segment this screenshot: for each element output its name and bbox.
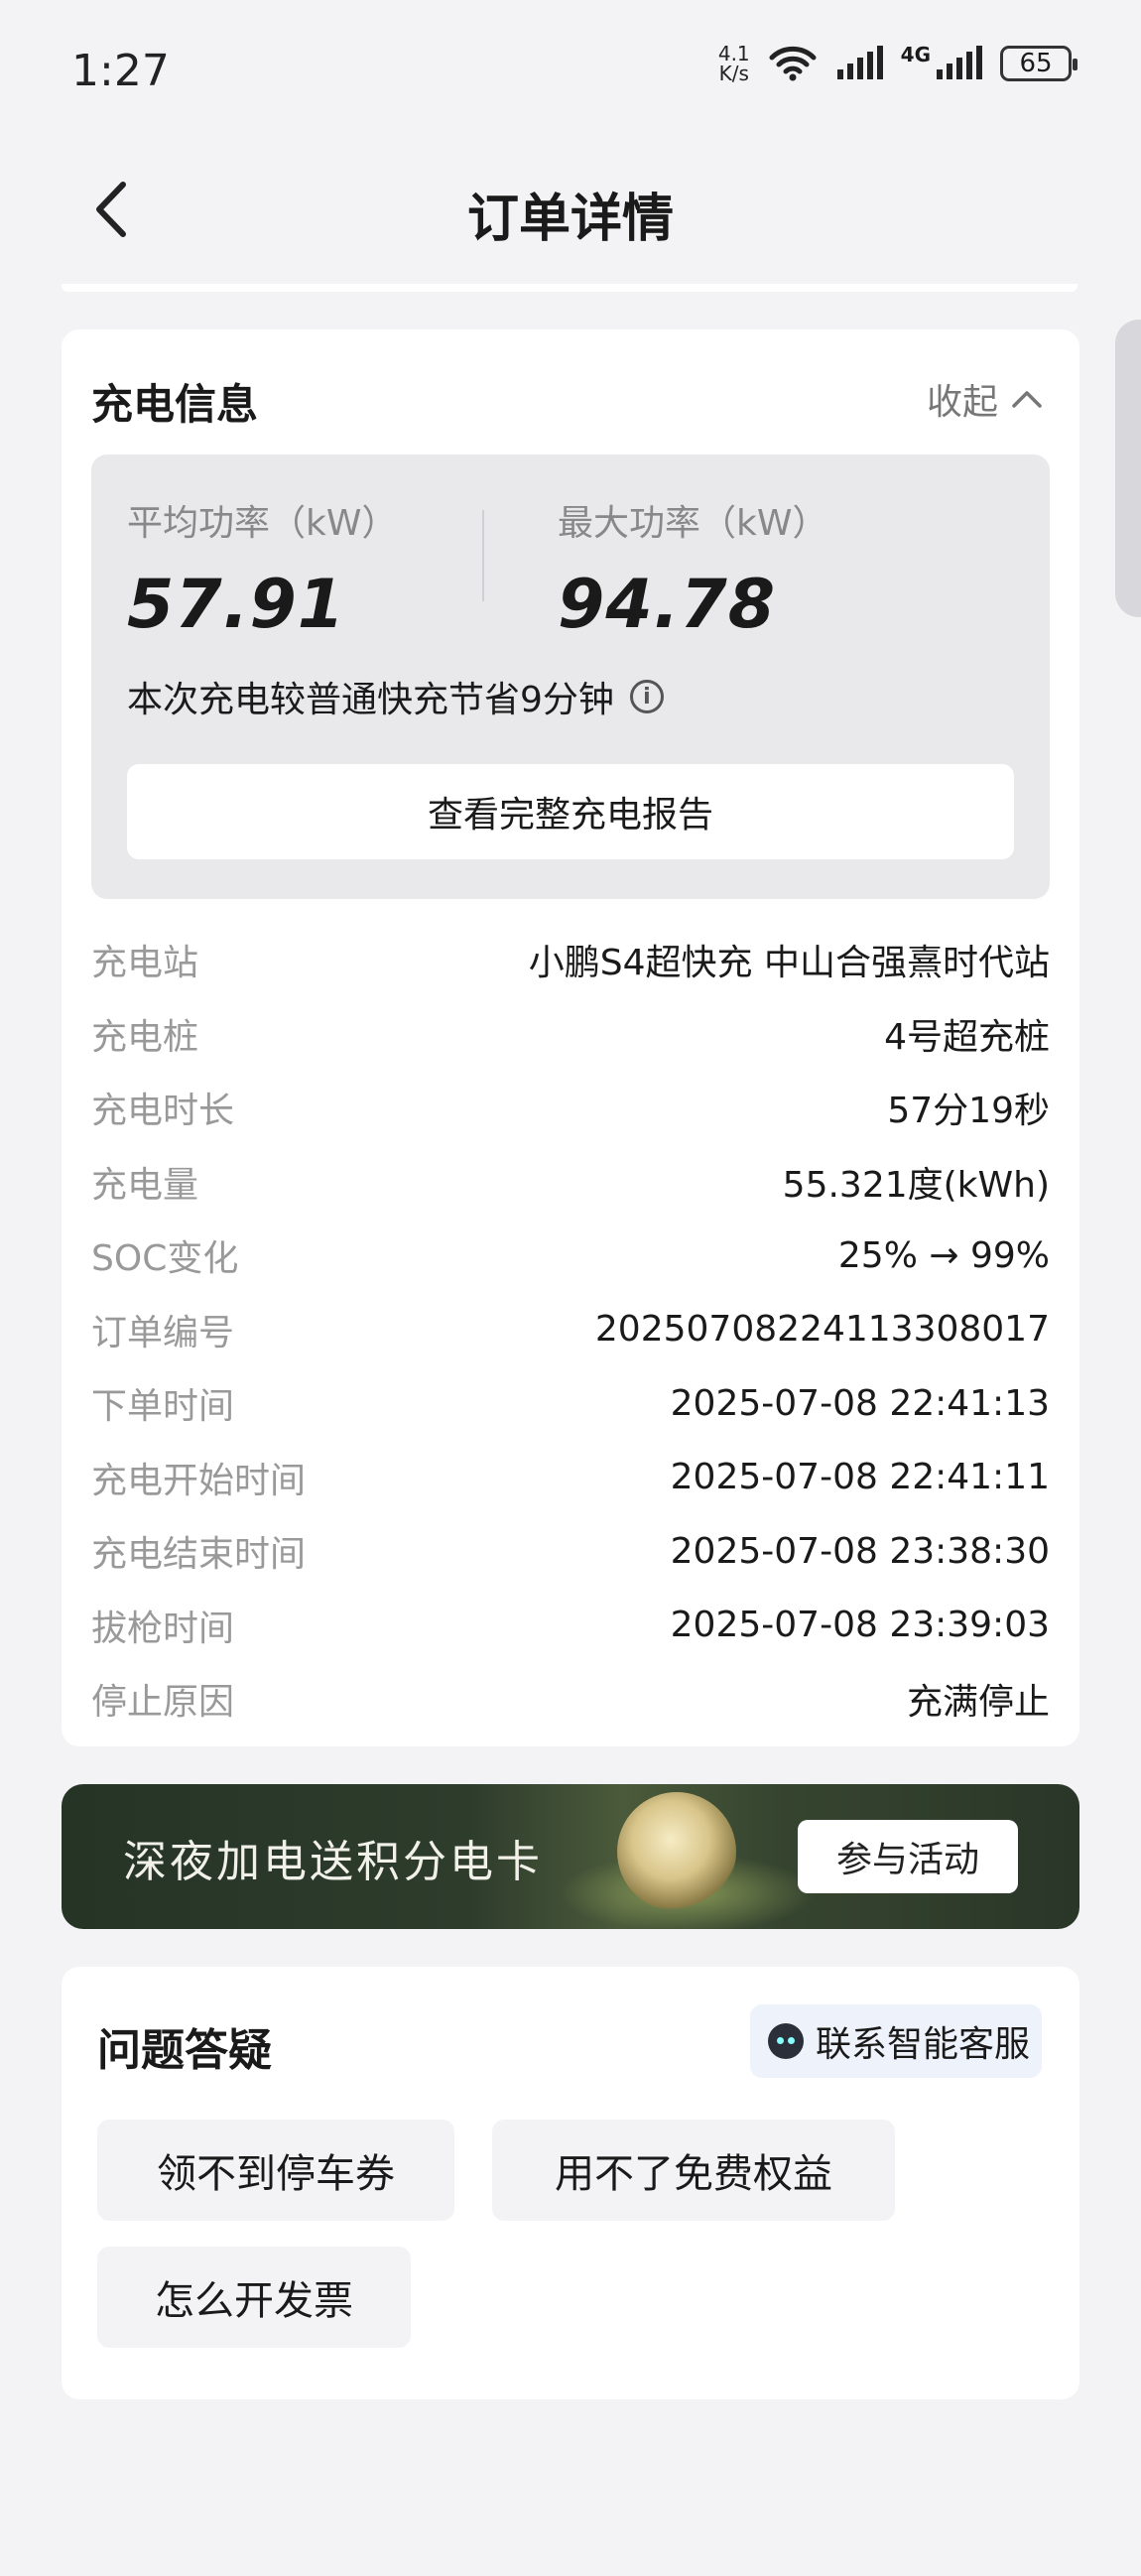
detail-value: 20250708224113308017 [594,1309,1050,1351]
detail-key: 充电站 [91,943,199,984]
qa-card: 问题答疑 联系智能客服 领不到停车券 用不了免费权益 怎么开发票 [62,1967,1079,2399]
signal-icon-2 [937,46,982,79]
detail-value: 2025-07-08 23:38:30 [670,1530,1050,1572]
status-time: 1:27 [71,46,170,96]
max-power-value: 94.78 [558,566,777,644]
info-icon[interactable]: i [629,680,664,713]
detail-key: SOC变化 [91,1238,239,1280]
view-report-button[interactable]: 查看完整充电报告 [127,764,1014,859]
network-type: 4G [900,43,931,66]
avg-power-label: 平均功率（kW） [127,503,398,544]
faq-chip-benefits[interactable]: 用不了免费权益 [492,2120,895,2221]
detail-value: 25% → 99% [837,1234,1050,1276]
charge-detail-list: 充电站 小鹏S4超快充 中山合强熹时代站充电桩 4号超充桩充电时长 57分19秒充电量… [91,923,1050,1737]
detail-value: 2025-07-08 23:39:03 [670,1605,1050,1646]
power-summary: 平均功率（kW） 57.91 最大功率（kW） 94.78 本次充电较普通快充节… [91,454,1050,899]
detail-key: 下单时间 [91,1386,235,1428]
header-divider [62,284,1078,292]
avg-power: 平均功率（kW） 57.91 [127,494,397,644]
power-divider [482,510,484,601]
net-speed-value: 4.1 [717,42,750,65]
detail-key: 充电开始时间 [91,1460,307,1501]
detail-row: 订单编号 20250708224113308017 [91,1293,1050,1367]
detail-value: 2025-07-08 22:41:13 [670,1382,1050,1424]
detail-row: 拔枪时间 2025-07-08 23:39:03 [91,1589,1050,1663]
detail-value: 4号超充桩 [884,1016,1050,1058]
detail-key: 拔枪时间 [91,1608,235,1649]
detail-key: 订单编号 [91,1312,235,1353]
saving-text: 本次充电较普通快充节省9分钟 [127,680,614,720]
charge-info-title: 充电信息 [91,380,259,429]
collapse-label: 收起 [926,382,998,423]
faq-chip-parking[interactable]: 领不到停车券 [97,2120,454,2221]
detail-key: 充电结束时间 [91,1534,307,1576]
customer-service-label: 联系智能客服 [815,2024,1030,2065]
signal-icon [836,46,883,79]
detail-row: SOC变化 25% → 99% [91,1219,1050,1293]
robot-icon [767,2023,804,2059]
faq-chip-invoice[interactable]: 怎么开发票 [97,2247,411,2348]
battery-level: 65 [1019,49,1053,78]
detail-key: 充电量 [91,1164,199,1206]
detail-value: 小鹏S4超快充 中山合强熹时代站 [528,943,1050,984]
net-speed-unit: K/s [718,62,749,85]
detail-row: 充电量 55.321度(kWh) [91,1145,1050,1220]
banner-text: 深夜加电送积分电卡 [123,1837,543,1887]
qa-title: 问题答疑 [97,2025,272,2076]
detail-value: 57分19秒 [887,1091,1050,1132]
detail-value: 2025-07-08 22:41:11 [670,1457,1050,1498]
detail-row: 充电结束时间 2025-07-08 23:38:30 [91,1514,1050,1589]
customer-service-button[interactable]: 联系智能客服 [749,2004,1042,2078]
collapse-button[interactable]: 收起 [927,373,1044,425]
detail-value: 充满停止 [906,1682,1050,1724]
page-title: 订单详情 [466,190,674,249]
promo-banner[interactable]: 深夜加电送积分电卡 参与活动 [62,1784,1079,1929]
avg-power-value: 57.91 [127,566,346,644]
max-power-label: 最大功率（kW） [558,503,828,544]
detail-key: 停止原因 [91,1682,235,1724]
moon-illustration [617,1792,736,1911]
detail-row: 下单时间 2025-07-08 22:41:13 [91,1366,1050,1441]
max-power: 最大功率（kW） 94.78 [558,494,827,644]
detail-row: 充电桩 4号超充桩 [91,997,1050,1072]
side-drawer-handle[interactable] [1115,320,1141,617]
nav-bar: 订单详情 [0,149,1141,268]
detail-row: 停止原因 充满停止 [91,1662,1050,1737]
detail-key: 充电时长 [91,1091,235,1132]
battery-icon: 65 [1000,46,1078,81]
detail-value: 55.321度(kWh) [782,1164,1050,1206]
net-speed: 4.1 K/s [718,44,750,83]
chevron-up-icon [1012,391,1042,408]
detail-key: 充电桩 [91,1016,199,1058]
status-bar: 1:27 4.1 K/s 4G 65 [0,0,1141,139]
charge-info-card: 充电信息 收起 平均功率（kW） 57.91 最大功率（kW） 94.78 本次… [62,329,1079,1746]
detail-row: 充电时长 57分19秒 [91,1071,1050,1145]
wifi-icon [769,46,817,81]
status-icons: 4.1 K/s 4G 65 [718,43,1078,83]
detail-row: 充电站 小鹏S4超快充 中山合强熹时代站 [91,923,1050,997]
time-saving-note: 本次充电较普通快充节省9分钟 i [127,671,664,722]
detail-row: 充电开始时间 2025-07-08 22:41:11 [91,1441,1050,1515]
join-activity-button[interactable]: 参与活动 [798,1820,1018,1893]
